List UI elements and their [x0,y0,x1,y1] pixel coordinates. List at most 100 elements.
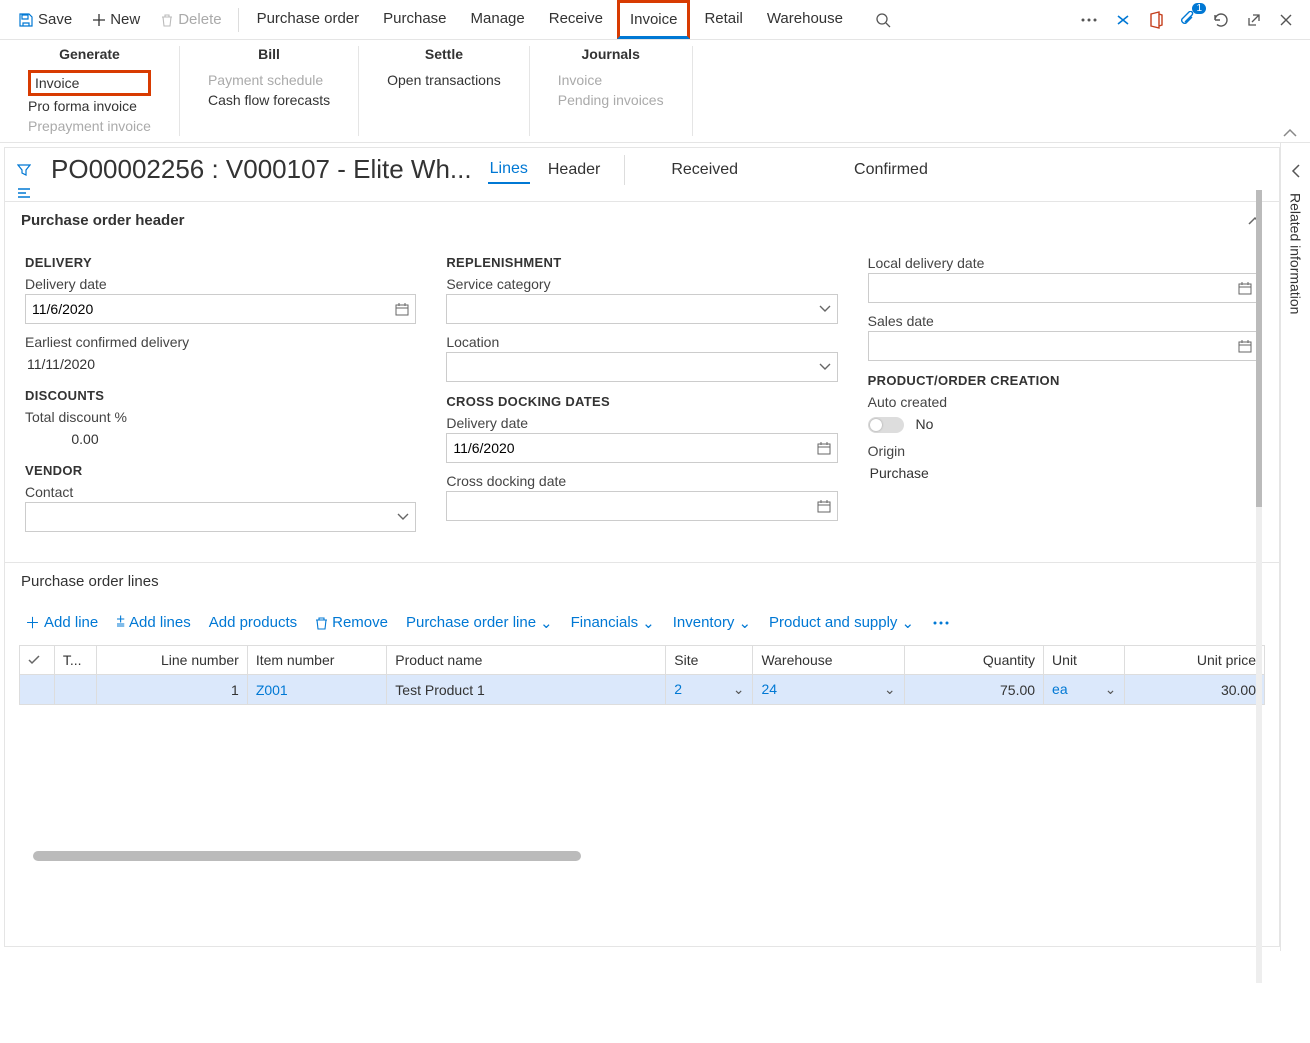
section-header-lines: Purchase order lines [5,563,1279,600]
product-supply-menu[interactable]: Product and supply⌄ [763,612,920,634]
col-unit[interactable]: Unit [1044,646,1125,675]
vendor-contact-label: Contact [25,484,416,500]
tab-manage[interactable]: Manage [461,2,535,38]
close-button[interactable] [1272,8,1300,32]
chevron-down-icon[interactable] [397,513,409,521]
col-line-number[interactable]: Line number [96,646,247,675]
tab-purchase[interactable]: Purchase [373,2,456,38]
ribbon-bill-cashflow[interactable]: Cash flow forecasts [208,90,330,110]
sales-date-input[interactable] [868,331,1259,361]
cross-docking-date-input[interactable] [446,491,837,521]
add-line-button[interactable]: ＋Add line [19,610,104,635]
auto-created-toggle[interactable] [868,417,904,433]
chevron-down-icon[interactable] [819,363,831,371]
form-col-2: REPLENISHMENT Service category Location [446,243,837,542]
sales-date-label: Sales date [868,313,1259,329]
chevron-down-icon: ⌄ [738,614,751,632]
search-button[interactable] [869,8,897,32]
horizontal-scrollbar[interactable] [33,851,1251,861]
tab-invoice[interactable]: Invoice [617,0,691,39]
new-button[interactable]: New [84,7,148,32]
col-quantity[interactable]: Quantity [904,646,1043,675]
row-line-number[interactable]: 1 [96,675,247,705]
lines-more-button[interactable] [926,618,956,628]
tab-warehouse[interactable]: Warehouse [757,2,853,38]
calendar-icon[interactable] [1238,339,1252,353]
tab-purchase-order[interactable]: Purchase order [247,2,370,38]
calendar-icon[interactable] [817,499,831,513]
auto-created-value: No [916,416,934,432]
add-products-button[interactable]: Add products [203,612,303,633]
financials-menu[interactable]: Financials⌄ [565,612,661,634]
row-type[interactable] [54,675,96,705]
inventory-menu[interactable]: Inventory⌄ [667,612,757,634]
view-tab-header[interactable]: Header [546,157,602,183]
row-quantity[interactable]: 75.00 [904,675,1043,705]
delete-button: Delete [152,7,229,32]
vertical-scrollbar[interactable] [1256,190,1262,983]
link-button[interactable] [1108,7,1138,33]
more-button[interactable] [1074,13,1104,27]
main-panel: PO00002256 : V000107 - Elite Wh... Lines… [4,147,1280,947]
ribbon-generate-invoice[interactable]: Invoice [28,70,151,96]
refresh-icon [1212,11,1230,29]
group-replenishment: REPLENISHMENT [446,255,837,270]
col-type[interactable]: T... [54,646,96,675]
related-info-label: Related information [1288,193,1304,314]
plus-list-icon: ⩲ [116,614,125,631]
add-products-label: Add products [209,614,297,631]
col-unit-price[interactable]: Unit price [1125,646,1265,675]
vendor-contact-input[interactable] [25,502,416,532]
row-warehouse[interactable]: 24⌄ [753,675,904,705]
row-unit[interactable]: ea⌄ [1044,675,1125,705]
save-button[interactable]: Save [10,7,80,32]
row-product-name[interactable]: Test Product 1 [387,675,666,705]
tab-retail[interactable]: Retail [694,2,752,38]
local-delivery-date-input[interactable] [868,273,1259,303]
col-item-number[interactable]: Item number [247,646,386,675]
group-vendor: VENDOR [25,463,416,478]
calendar-icon[interactable] [395,302,409,316]
ribbon-collapse[interactable] [1282,128,1298,138]
col-product-name[interactable]: Product name [387,646,666,675]
row-unit-price[interactable]: 30.00 [1125,675,1265,705]
col-warehouse[interactable]: Warehouse [753,646,904,675]
calendar-icon[interactable] [817,441,831,455]
chevron-down-icon[interactable]: ⌄ [733,681,745,698]
add-lines-button[interactable]: ⩲Add lines [110,612,196,633]
location-input[interactable] [446,352,837,382]
ribbon-generate-proforma[interactable]: Pro forma invoice [28,96,151,116]
chevron-down-icon[interactable]: ⌄ [1105,681,1117,698]
row-select[interactable] [20,675,55,705]
chevron-down-icon[interactable] [819,305,831,313]
toolbar-separator [238,8,239,32]
ribbon-group-journals: Journals Invoice Pending invoices [530,46,693,136]
popout-button[interactable] [1240,8,1268,32]
financials-label: Financials [571,614,639,631]
office-button[interactable] [1142,7,1170,33]
ribbon-settle-open[interactable]: Open transactions [387,70,501,90]
row-item-number[interactable]: Z001 [247,675,386,705]
service-category-input[interactable] [446,294,837,324]
filter-icon[interactable] [17,163,31,177]
expand-related-button[interactable] [1291,163,1301,179]
section-po-header-title: Purchase order header [21,212,184,229]
delivery-date-input[interactable] [25,294,416,324]
calendar-icon[interactable] [1238,281,1252,295]
row-site[interactable]: 2⌄ [666,675,753,705]
col-site[interactable]: Site [666,646,753,675]
cross-delivery-date-label: Delivery date [446,415,837,431]
po-line-menu[interactable]: Purchase order line⌄ [400,612,559,634]
refresh-button[interactable] [1206,7,1236,33]
chevron-down-icon[interactable]: ⌄ [884,681,896,698]
col-select[interactable] [20,646,55,675]
remove-button[interactable]: Remove [309,612,394,633]
cross-delivery-date-input[interactable] [446,433,837,463]
align-icon[interactable] [5,185,1279,201]
tab-receive[interactable]: Receive [539,2,613,38]
section-header-po[interactable]: Purchase order header [5,202,1279,239]
save-label: Save [38,11,72,28]
view-tab-lines[interactable]: Lines [488,156,530,184]
table-row[interactable]: 1 Z001 Test Product 1 2⌄ 24⌄ 75.00 ea⌄ 3… [20,675,1265,705]
attachments-button[interactable]: 1 [1174,7,1202,33]
